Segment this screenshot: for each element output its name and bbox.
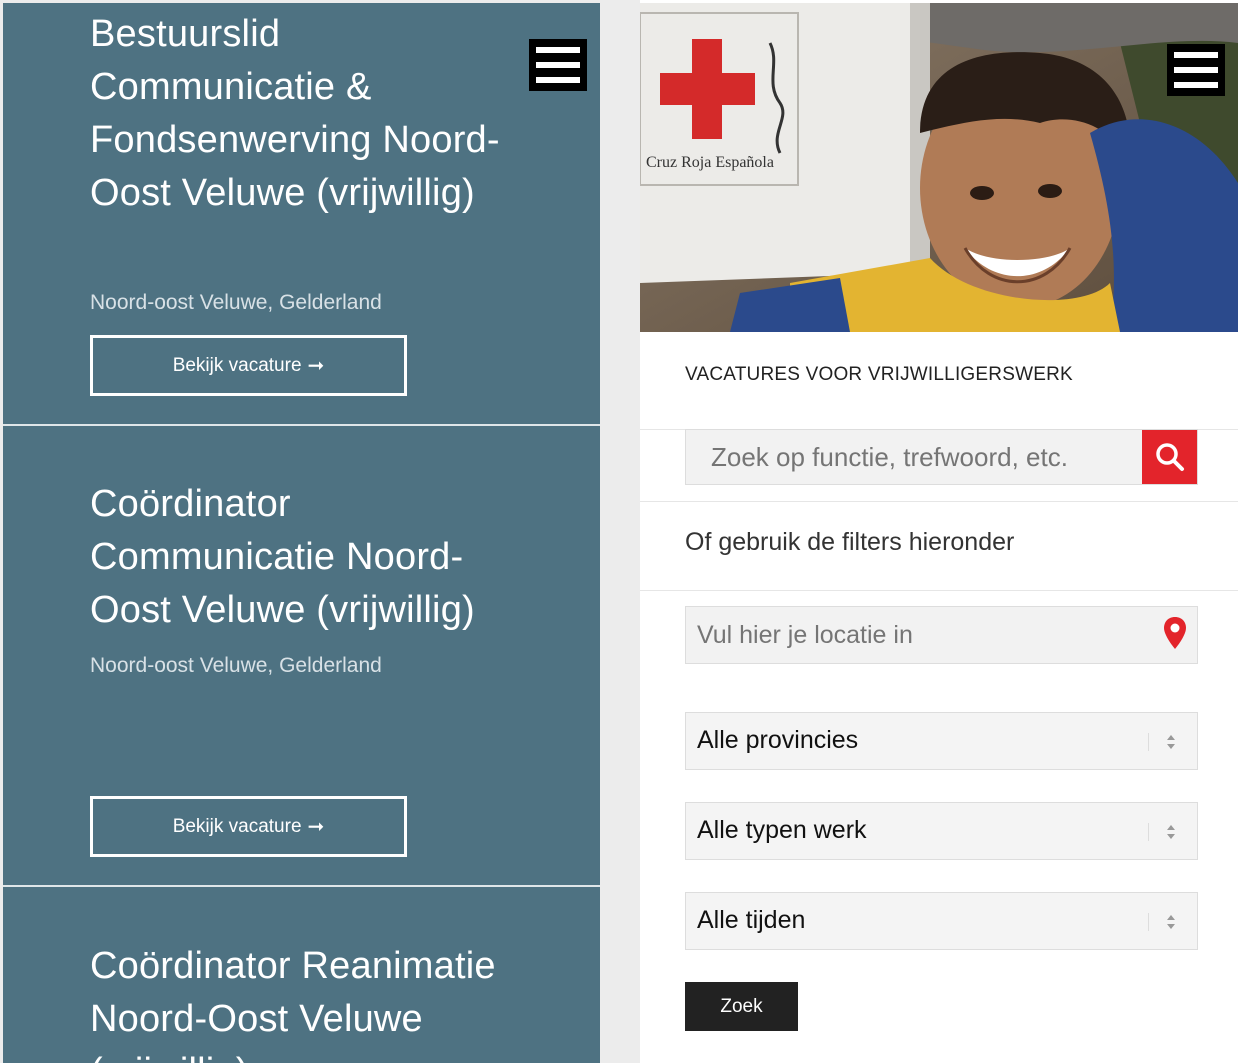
search-input[interactable] [686,430,1143,484]
hero-image: Cruz Roja Española [640,3,1238,332]
menu-icon[interactable] [1167,44,1225,96]
search-field [685,429,1198,485]
search-icon [1155,443,1184,471]
search-panel: Cruz Roja Española VACATURES VOOR VRIJWI… [640,0,1238,1063]
section-heading: VACATURES VOOR VRIJWILLIGERSWERK [685,364,1073,385]
vacancy-card: Coördinator Communicatie Noord-Oost Velu… [3,426,600,886]
submit-search-button[interactable]: Zoek [685,982,798,1031]
worktype-select-value: Alle typen werk [697,816,867,844]
view-vacancy-label: Bekijk vacature [172,354,302,376]
select-arrows-icon [1167,915,1175,929]
select-separator [1148,823,1149,841]
vacancy-list: Bestuurslid Communicatie & Fondsenwervin… [3,3,600,1063]
location-input[interactable] [686,607,1146,663]
vacancy-title[interactable]: Bestuurslid Communicatie & Fondsenwervin… [90,8,530,220]
province-select[interactable]: Alle provincies [685,712,1198,770]
time-select-value: Alle tijden [697,906,806,934]
divider [640,501,1238,502]
view-vacancy-button[interactable]: Bekijk vacature ➞ [90,335,407,396]
filters-label: Of gebruik de filters hieronder [685,528,1015,556]
arrow-right-icon: ➞ [307,816,325,838]
location-field [685,606,1198,664]
search-button[interactable] [1142,430,1197,484]
vacancy-location: Noord-oost Veluwe, Gelderland [90,291,382,314]
time-select[interactable]: Alle tijden [685,892,1198,950]
vacancy-card: Coördinator Reanimatie Noord-Oost Veluwe… [3,887,600,1063]
arrow-right-icon: ➞ [307,355,325,377]
worktype-select[interactable]: Alle typen werk [685,802,1198,860]
province-select-value: Alle provincies [697,726,859,754]
vacancy-title[interactable]: Coördinator Communicatie Noord-Oost Velu… [90,478,530,637]
view-vacancy-label: Bekijk vacature [172,815,302,837]
vacancy-title[interactable]: Coördinator Reanimatie Noord-Oost Veluwe… [90,940,550,1063]
select-separator [1148,913,1149,931]
divider [640,590,1238,591]
location-pin-icon[interactable] [1163,615,1187,659]
select-separator [1148,733,1149,751]
view-vacancy-button[interactable]: Bekijk vacature ➞ [90,796,407,857]
hero-illustration: Cruz Roja Española [640,3,1238,332]
select-arrows-icon [1167,735,1175,749]
vacancy-location: Noord-oost Veluwe, Gelderland [90,654,382,677]
vacancy-card: Bestuurslid Communicatie & Fondsenwervin… [3,3,600,425]
box-print: Cruz Roja Española [646,154,774,171]
select-arrows-icon [1167,825,1175,839]
